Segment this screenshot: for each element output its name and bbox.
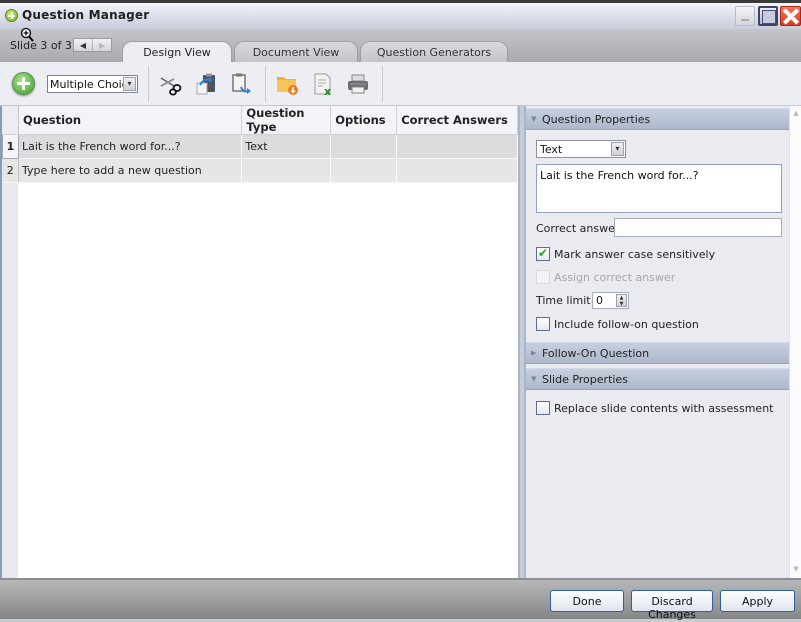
correct-answers-cell[interactable] <box>396 134 518 159</box>
correct-answer-input[interactable] <box>614 218 782 237</box>
stepper-arrows-icon[interactable]: ▲ ▼ <box>616 294 627 307</box>
question-cell[interactable]: Lait is the French word for...? <box>18 134 243 159</box>
question-type-cell[interactable] <box>241 158 332 183</box>
question-cell[interactable]: Type here to add a new question <box>18 158 243 183</box>
tab-strip: Slide 3 of 3 ◀ ▶ Design View Document Vi… <box>0 29 801 62</box>
print-icon[interactable] <box>345 70 371 98</box>
answer-type-value: Text <box>540 143 563 156</box>
section-title: Follow-On Question <box>542 347 650 360</box>
scroll-down-icon[interactable]: ▼ <box>791 565 801 575</box>
app-icon <box>5 9 18 22</box>
collapse-triangle-icon: ▼ <box>531 375 537 383</box>
previous-slide-button[interactable]: ◀ <box>74 39 93 51</box>
assign-correct-answer-checkbox[interactable] <box>536 270 550 284</box>
title-bar[interactable]: Question Manager <box>0 0 801 29</box>
case-sensitive-checkbox[interactable] <box>536 246 550 261</box>
assign-correct-answer-label: Assign correct answer <box>554 271 676 284</box>
table-row[interactable]: 2 Type here to add a new question <box>2 158 518 183</box>
tab-document-view[interactable]: Document View <box>234 41 358 62</box>
follow-on-checkbox[interactable] <box>536 317 550 331</box>
column-header-options[interactable]: Options <box>330 106 398 135</box>
questions-grid[interactable]: Question Question Type Options Correct A… <box>0 106 520 578</box>
question-type-cell[interactable]: Text <box>241 134 332 159</box>
scissors-icon[interactable] <box>158 70 184 98</box>
toolbar-divider <box>382 66 383 102</box>
collapse-triangle-icon: ▼ <box>531 115 537 123</box>
footer-bar: Done Discard Changes Apply <box>0 578 801 622</box>
options-cell[interactable] <box>330 158 398 183</box>
follow-on-question-header[interactable]: ▶ Follow-On Question <box>526 342 790 364</box>
section-title: Slide Properties <box>542 373 628 386</box>
time-limit-stepper[interactable]: 0 ▲ ▼ <box>592 292 629 309</box>
export-excel-icon[interactable]: x <box>310 70 336 98</box>
question-type-value: Multiple Choice <box>50 78 135 91</box>
slide-navigator: ◀ ▶ <box>73 38 112 52</box>
correct-answers-cell[interactable] <box>396 158 518 183</box>
replace-slide-checkbox[interactable] <box>536 401 550 415</box>
table-row[interactable]: 1 Lait is the French word for...? Text <box>2 134 518 159</box>
paste-special-icon[interactable] <box>228 70 254 98</box>
follow-on-label: Include follow-on question <box>554 318 699 331</box>
chevron-down-icon[interactable]: ▾ <box>123 77 136 91</box>
apply-button[interactable]: Apply <box>720 590 795 612</box>
corner-cell <box>2 106 19 135</box>
chevron-down-icon[interactable]: ▾ <box>611 142 624 156</box>
toolbar: Multiple Choice ▾ x <box>0 62 801 106</box>
section-title: Question Properties <box>542 113 651 126</box>
expand-triangle-icon: ▶ <box>531 349 537 357</box>
options-cell[interactable] <box>330 134 398 159</box>
row-number[interactable]: 2 <box>2 158 19 183</box>
minimize-button[interactable] <box>735 6 755 26</box>
questions-table: Question Question Type Options Correct A… <box>2 106 518 183</box>
discard-changes-button[interactable]: Discard Changes <box>631 590 713 621</box>
time-limit-value: 0 <box>596 294 603 307</box>
window-title: Question Manager <box>22 8 150 22</box>
case-sensitive-label: Mark answer case sensitively <box>554 248 716 261</box>
next-slide-button[interactable]: ▶ <box>93 39 111 51</box>
time-limit-label: Time limit <box>536 294 591 307</box>
question-type-select[interactable]: Multiple Choice ▾ <box>47 75 138 93</box>
close-button[interactable] <box>780 6 801 26</box>
toolbar-divider <box>148 66 149 102</box>
correct-answer-label: Correct answer <box>536 222 620 235</box>
question-properties-header[interactable]: ▼ Question Properties <box>526 108 790 130</box>
row-number[interactable]: 1 <box>2 134 19 159</box>
toolbar-divider <box>265 66 266 102</box>
replace-slide-label: Replace slide contents with assessment <box>554 402 774 415</box>
column-header-question[interactable]: Question <box>18 106 243 135</box>
column-header-correct-answers[interactable]: Correct Answers <box>396 106 518 135</box>
scroll-up-icon[interactable]: ▲ <box>791 109 801 119</box>
column-header-question-type[interactable]: Question Type <box>241 106 332 135</box>
tab-design-view[interactable]: Design View <box>122 41 232 62</box>
panel-scrollbar[interactable]: ▲ ▼ <box>789 106 801 578</box>
maximize-button[interactable] <box>758 6 778 26</box>
question-text-area[interactable]: Lait is the French word for...? <box>536 164 782 213</box>
table-header-row: Question Question Type Options Correct A… <box>2 106 518 135</box>
tab-question-generators[interactable]: Question Generators <box>360 41 508 62</box>
answer-type-select[interactable]: Text ▾ <box>536 140 626 158</box>
done-button[interactable]: Done <box>550 590 624 612</box>
slide-properties-header[interactable]: ▼ Slide Properties <box>526 368 790 390</box>
svg-text:x: x <box>324 85 331 96</box>
paste-icon[interactable] <box>193 70 219 98</box>
properties-panel: ▼ Question Properties Text ▾ Lait is the… <box>524 106 801 578</box>
add-question-icon[interactable] <box>12 72 35 95</box>
import-folder-icon[interactable] <box>274 70 300 98</box>
zoom-cursor-icon <box>20 27 34 42</box>
